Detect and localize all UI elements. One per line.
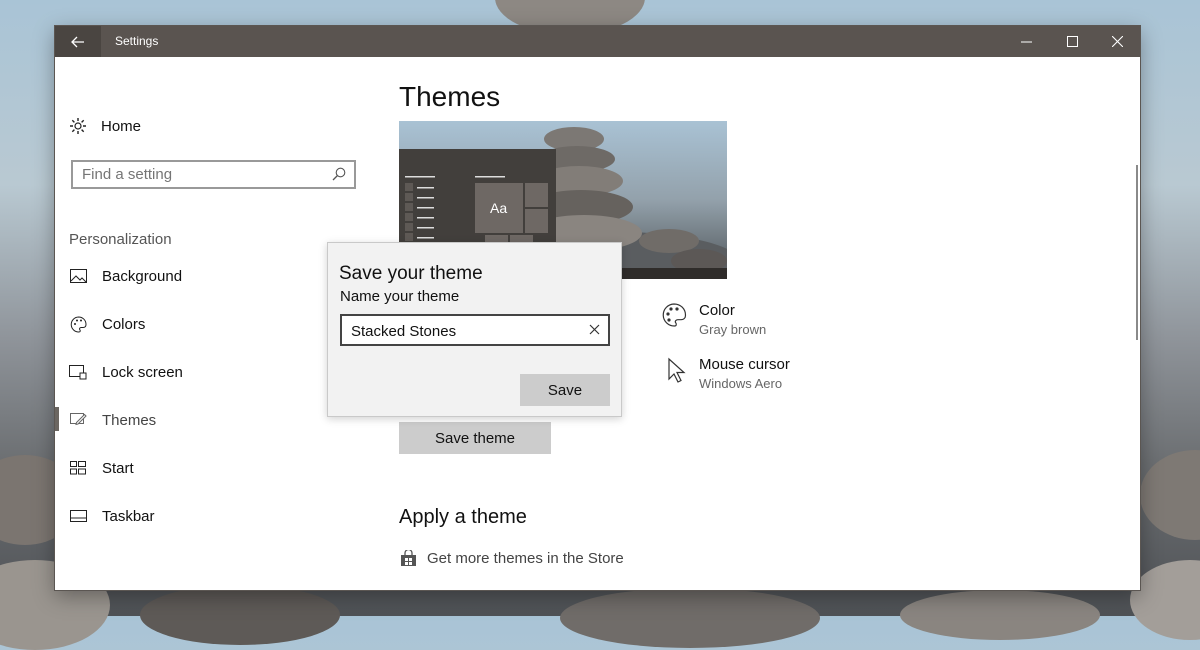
- sidebar-item-label: Lock screen: [102, 363, 183, 381]
- search-input[interactable]: [82, 165, 322, 184]
- page-title: Themes: [399, 81, 501, 112]
- apply-theme-heading: Apply a theme: [399, 506, 527, 528]
- section-label: Personalization: [69, 231, 172, 248]
- theme-name-field[interactable]: [340, 314, 610, 346]
- close-icon: [1111, 36, 1123, 47]
- search-box[interactable]: [71, 160, 356, 189]
- preview-tile-text: Aa: [490, 200, 508, 216]
- taskbar-icon: [69, 507, 87, 525]
- start-grid-icon: [69, 459, 87, 477]
- brush-icon: [69, 411, 87, 429]
- sidebar-item-lock-screen[interactable]: Lock screen: [69, 363, 183, 381]
- mouse-cursor-setting[interactable]: Mouse cursor Windows Aero: [661, 356, 790, 391]
- cursor-icon: [668, 357, 686, 383]
- selection-indicator: [55, 407, 59, 431]
- store-link-label: Get more themes in the Store: [427, 550, 624, 567]
- dialog-label: Name your theme: [340, 288, 460, 305]
- picture-icon: [69, 267, 87, 285]
- theme-name-input[interactable]: [351, 321, 576, 341]
- sidebar-item-label: Colors: [102, 315, 146, 333]
- maximize-button[interactable]: [1049, 26, 1095, 57]
- sidebar-item-label: Start: [102, 459, 134, 477]
- store-bag-icon: [401, 550, 416, 566]
- scrollbar-thumb[interactable]: [1136, 165, 1138, 340]
- sidebar-item-colors[interactable]: Colors: [69, 315, 145, 333]
- sidebar-item-taskbar[interactable]: Taskbar: [69, 507, 155, 525]
- maximize-icon: [1066, 36, 1078, 47]
- minimize-icon: [1020, 41, 1032, 43]
- palette-icon: [69, 315, 87, 333]
- color-value: Gray brown: [699, 322, 767, 337]
- sidebar-item-start[interactable]: Start: [69, 459, 134, 477]
- gear-icon: [70, 118, 86, 134]
- window-title: Settings: [115, 34, 159, 48]
- color-label: Color: [699, 302, 735, 319]
- sidebar-item-label: Taskbar: [102, 507, 155, 525]
- save-theme-button[interactable]: Save theme: [399, 422, 551, 454]
- close-button[interactable]: [1094, 26, 1140, 57]
- sidebar-item-home[interactable]: Home: [69, 117, 141, 135]
- sidebar-item-background[interactable]: Background: [69, 267, 182, 285]
- sidebar-item-label: Background: [102, 267, 183, 285]
- clear-icon[interactable]: [589, 324, 600, 335]
- minimize-button[interactable]: [1003, 26, 1049, 57]
- lock-screen-icon: [69, 363, 87, 381]
- sidebar-item-label: Home: [101, 117, 142, 135]
- dialog-title: Save your theme: [339, 263, 483, 284]
- palette-icon: [662, 303, 687, 327]
- color-setting[interactable]: Color Gray brown: [661, 302, 766, 337]
- back-button[interactable]: [55, 26, 101, 57]
- mouse-cursor-label: Mouse cursor: [699, 356, 790, 373]
- sidebar-item-label: Themes: [102, 411, 157, 429]
- dialog-save-button[interactable]: Save: [520, 374, 610, 406]
- arrow-left-icon: [71, 36, 84, 47]
- save-theme-dialog: Save your theme Name your theme Save: [327, 242, 622, 417]
- sidebar-item-themes[interactable]: Themes: [69, 411, 156, 429]
- store-link[interactable]: Get more themes in the Store: [400, 550, 624, 567]
- search-icon: [332, 167, 346, 181]
- title-bar: Settings: [55, 26, 1140, 57]
- mouse-cursor-value: Windows Aero: [699, 376, 783, 391]
